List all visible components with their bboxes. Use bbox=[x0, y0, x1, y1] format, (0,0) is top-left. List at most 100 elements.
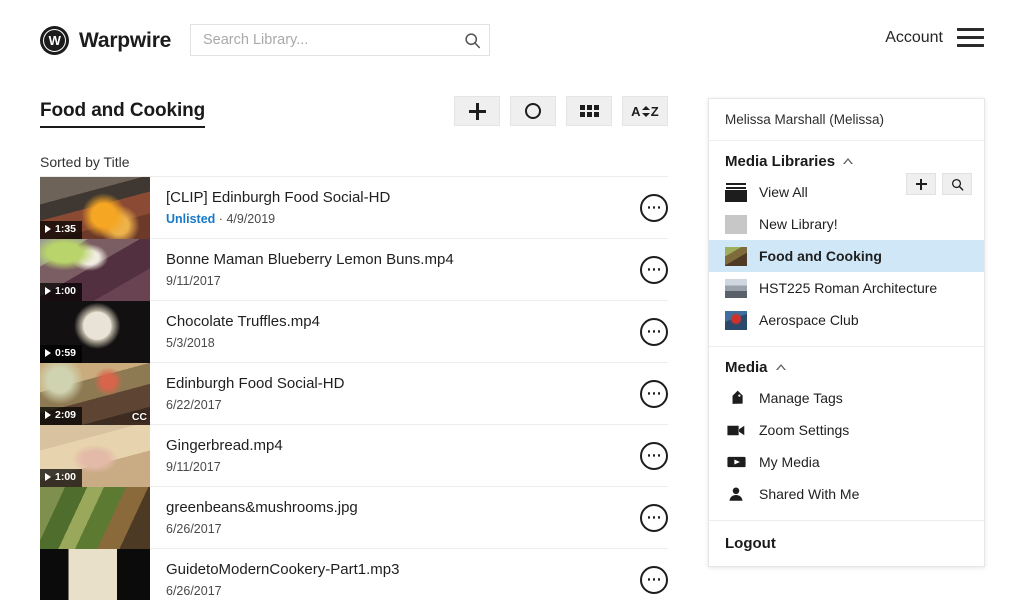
record-button[interactable] bbox=[510, 96, 556, 126]
circle-icon bbox=[525, 103, 541, 119]
account-menu[interactable]: Account bbox=[885, 28, 984, 47]
sidebar-item-my-media[interactable]: My Media bbox=[709, 446, 984, 478]
main-content: Food and Cooking A Z Sorted by Title 1:3… bbox=[40, 96, 668, 600]
grid-view-button[interactable] bbox=[566, 96, 612, 126]
main-header: Food and Cooking A Z bbox=[40, 96, 668, 138]
media-date: 6/26/2017 bbox=[166, 584, 222, 599]
closed-caption-badge: CC bbox=[131, 410, 147, 423]
table-row[interactable]: 1:00 Bonne Maman Blueberry Lemon Buns.mp… bbox=[40, 238, 668, 301]
media-date: 9/11/2017 bbox=[166, 460, 221, 475]
media-thumbnail[interactable]: 1:00 bbox=[40, 238, 150, 301]
meta-separator: · bbox=[218, 212, 223, 227]
media-date: 5/3/2018 bbox=[166, 336, 215, 351]
media-list: 1:35 [CLIP] Edinburgh Food Social-HD Unl… bbox=[40, 176, 668, 600]
media-thumbnail[interactable] bbox=[40, 548, 150, 600]
page-title: Food and Cooking bbox=[40, 100, 205, 128]
sidebar-item-shared-with-me[interactable]: Shared With Me bbox=[709, 478, 984, 510]
more-options-icon[interactable] bbox=[640, 379, 668, 408]
thumbnail-image bbox=[40, 548, 150, 600]
sidebar-item-label: New Library! bbox=[759, 216, 838, 232]
more-options-icon[interactable] bbox=[640, 441, 668, 470]
person-icon bbox=[725, 486, 747, 502]
media-meta: 6/26/2017 bbox=[166, 584, 640, 598]
table-row[interactable]: greenbeans&mushrooms.jpg 6/26/2017 bbox=[40, 486, 668, 549]
media-title: [CLIP] Edinburgh Food Social-HD bbox=[166, 188, 391, 206]
library-thumb-icon bbox=[725, 278, 747, 298]
logout-button[interactable]: Logout bbox=[709, 521, 984, 566]
media-thumbnail[interactable]: 1:35 bbox=[40, 176, 150, 239]
sidebar-item-zoom-settings[interactable]: Zoom Settings bbox=[709, 414, 984, 446]
sidebar-item-label: HST225 Roman Architecture bbox=[759, 280, 938, 296]
more-options-icon[interactable] bbox=[640, 193, 668, 222]
play-icon bbox=[45, 225, 51, 234]
media-thumbnail[interactable] bbox=[40, 486, 150, 549]
library-thumb-icon bbox=[725, 310, 747, 330]
sorted-by-label: Sorted by Title bbox=[40, 154, 130, 170]
sidebar-item-manage-tags[interactable]: Manage Tags bbox=[709, 382, 984, 414]
sidebar-item-label: View All bbox=[759, 184, 808, 200]
more-options-icon[interactable] bbox=[640, 255, 668, 284]
sidebar-item-label: Zoom Settings bbox=[759, 422, 850, 438]
media-title: greenbeans&mushrooms.jpg bbox=[166, 498, 358, 516]
table-row[interactable]: 2:09 CC Edinburgh Food Social-HD 6/22/20… bbox=[40, 362, 668, 425]
media-meta: 6/22/2017 bbox=[166, 398, 640, 412]
table-row[interactable]: 0:59 Chocolate Truffles.mp4 5/3/2018 bbox=[40, 300, 668, 363]
more-options-icon[interactable] bbox=[640, 503, 668, 532]
media-date: 4/9/2019 bbox=[226, 212, 276, 227]
chevron-up-icon[interactable] bbox=[843, 157, 854, 165]
sidebar-item-hst225-roman-architecture[interactable]: HST225 Roman Architecture bbox=[709, 272, 984, 304]
media-thumbnail[interactable]: 0:59 bbox=[40, 300, 150, 363]
hamburger-menu-icon[interactable] bbox=[957, 28, 984, 47]
sidebar-item-food-and-cooking[interactable]: Food and Cooking bbox=[709, 240, 984, 272]
account-label: Account bbox=[885, 28, 943, 46]
sort-az-button[interactable]: A Z bbox=[622, 96, 668, 126]
sidebar-item-label: Manage Tags bbox=[759, 390, 843, 406]
brand-logo[interactable]: W Warpwire bbox=[40, 26, 171, 55]
media-thumbnail[interactable]: 1:00 bbox=[40, 424, 150, 487]
sidebar-item-aerospace-club[interactable]: Aerospace Club bbox=[709, 304, 984, 336]
table-row[interactable]: GuidetoModernCookery-Part1.mp3 6/26/2017 bbox=[40, 548, 668, 600]
duration-badge: 1:00 bbox=[40, 469, 83, 487]
table-row[interactable]: 1:00 Gingerbread.mp4 9/11/2017 bbox=[40, 424, 668, 487]
media-meta: 9/11/2017 bbox=[166, 460, 640, 474]
status-badge: Unlisted bbox=[166, 212, 216, 227]
more-options-icon[interactable] bbox=[640, 565, 668, 594]
sidebar-item-view-all[interactable]: View All bbox=[709, 176, 984, 208]
table-row[interactable]: 1:35 [CLIP] Edinburgh Food Social-HD Unl… bbox=[40, 176, 668, 239]
media-thumbnail[interactable]: 2:09 CC bbox=[40, 362, 150, 425]
search-submit-button[interactable] bbox=[455, 25, 489, 55]
sidebar-item-label: Aerospace Club bbox=[759, 312, 859, 328]
search-bar[interactable] bbox=[190, 24, 490, 56]
sidebar-item-label: Food and Cooking bbox=[759, 248, 882, 264]
media-meta: 9/11/2017 bbox=[166, 274, 640, 288]
more-options-icon[interactable] bbox=[640, 317, 668, 346]
media-title: Edinburgh Food Social-HD bbox=[166, 374, 345, 392]
media-title: Gingerbread.mp4 bbox=[166, 436, 283, 454]
tag-icon bbox=[725, 390, 747, 407]
media-section-header[interactable]: Media bbox=[709, 359, 984, 382]
media-meta: Unlisted · 4/9/2019 bbox=[166, 212, 640, 226]
thumbnail-image bbox=[40, 486, 150, 549]
add-media-button[interactable] bbox=[454, 96, 500, 126]
section-title: Media bbox=[725, 359, 768, 376]
play-rect-icon bbox=[725, 455, 747, 469]
brand-name: Warpwire bbox=[79, 28, 172, 52]
play-icon bbox=[45, 473, 51, 482]
play-icon bbox=[45, 411, 51, 420]
sidebar-item-new-library[interactable]: New Library! bbox=[709, 208, 984, 240]
media-section: Media Manage Tags Zoom Settings My Media… bbox=[709, 347, 984, 521]
media-title: Chocolate Truffles.mp4 bbox=[166, 312, 320, 330]
search-input[interactable] bbox=[191, 25, 455, 55]
library-thumb-icon bbox=[725, 246, 747, 266]
row-text: greenbeans&mushrooms.jpg 6/26/2017 bbox=[150, 499, 640, 537]
grid-icon bbox=[579, 105, 599, 117]
play-icon bbox=[45, 287, 51, 296]
row-text: Chocolate Truffles.mp4 5/3/2018 bbox=[150, 313, 640, 351]
media-meta: 5/3/2018 bbox=[166, 336, 640, 350]
media-meta: 6/26/2017 bbox=[166, 522, 640, 536]
media-toolbar: A Z bbox=[454, 96, 668, 126]
media-title: Bonne Maman Blueberry Lemon Buns.mp4 bbox=[166, 250, 454, 268]
logo-letter: W bbox=[48, 33, 61, 48]
row-text: GuidetoModernCookery-Part1.mp3 6/26/2017 bbox=[150, 561, 640, 599]
chevron-up-icon[interactable] bbox=[775, 363, 786, 371]
